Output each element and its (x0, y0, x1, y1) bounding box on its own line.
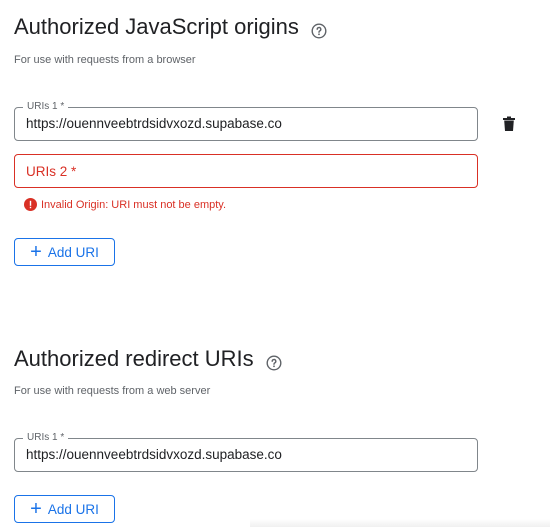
origins-uri-1-field[interactable]: URIs 1 * https://ouennveebtrdsidvxozd.su… (14, 101, 478, 141)
add-uri-label: Add URI (47, 501, 99, 517)
error-circle-icon (24, 198, 37, 211)
redirect-section-title: Authorized redirect URIs (14, 346, 282, 372)
error-text: Invalid Origin: URI must not be empty. (41, 198, 227, 211)
trash-icon[interactable] (502, 116, 516, 132)
redirect-subtitle: For use with requests from a web server (14, 385, 211, 397)
plus-icon: + (30, 498, 42, 520)
help-icon[interactable] (311, 19, 327, 39)
origins-subtitle: For use with requests from a browser (14, 54, 196, 66)
redirect-uri-1-label: URIs 1 * (23, 432, 69, 444)
origins-title-text: Authorized JavaScript origins (14, 14, 299, 39)
redirect-uri-1-value[interactable]: https://ouennveebtrdsidvxozd.supabase.co (26, 447, 282, 462)
origins-section-title: Authorized JavaScript origins (14, 14, 327, 40)
redirect-title-text: Authorized redirect URIs (14, 346, 254, 371)
add-uri-label: Add URI (47, 244, 99, 260)
panel-shadow (250, 519, 550, 527)
origins-uri-1-label: URIs 1 * (23, 101, 69, 113)
help-icon[interactable] (266, 351, 282, 371)
origins-uri-2-field[interactable]: URIs 2 * (14, 154, 478, 188)
redirect-add-uri-button[interactable]: + Add URI (14, 495, 115, 523)
origins-add-uri-button[interactable]: + Add URI (14, 238, 115, 266)
plus-icon: + (30, 241, 42, 263)
origins-uri-1-value[interactable]: https://ouennveebtrdsidvxozd.supabase.co (26, 116, 282, 131)
origins-uri-2-placeholder: URIs 2 * (26, 164, 77, 179)
origins-error-message: Invalid Origin: URI must not be empty. (24, 198, 226, 211)
redirect-uri-1-field[interactable]: URIs 1 * https://ouennveebtrdsidvxozd.su… (14, 432, 478, 472)
